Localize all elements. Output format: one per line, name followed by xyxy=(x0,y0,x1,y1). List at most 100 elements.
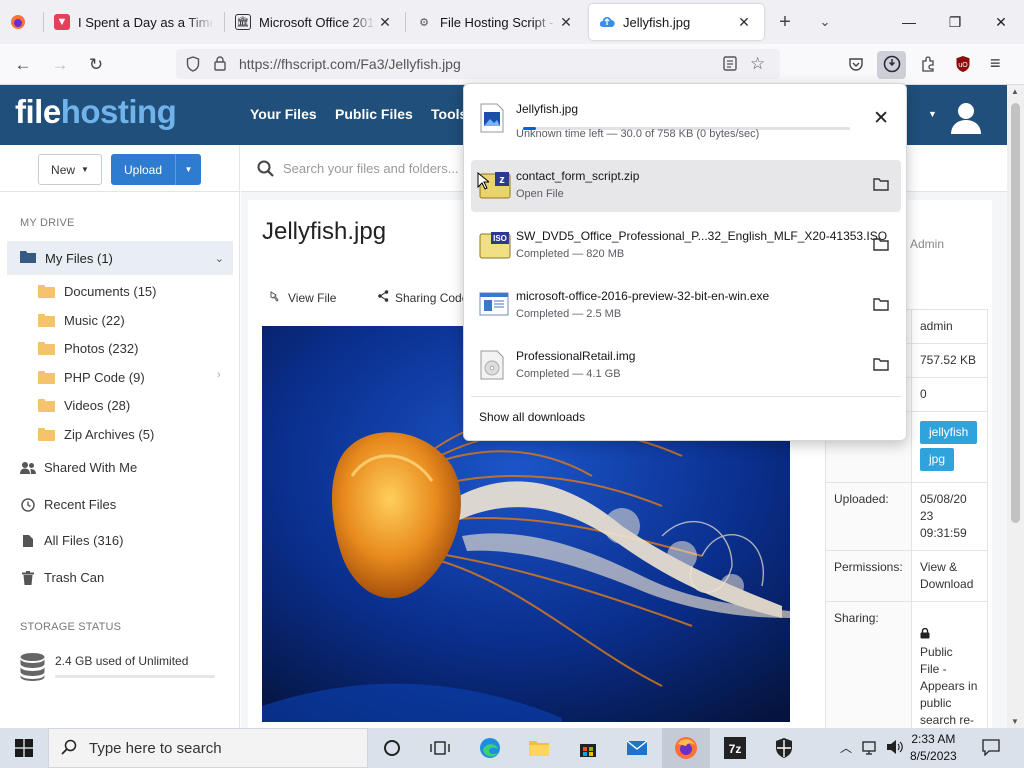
firefox-icon xyxy=(10,14,26,30)
close-tab-icon[interactable]: ✕ xyxy=(556,14,576,31)
cortana-icon[interactable] xyxy=(378,734,406,762)
forward-icon[interactable]: → xyxy=(47,52,73,78)
restore-icon[interactable]: ❐ xyxy=(932,0,978,44)
close-tab-icon[interactable]: ✕ xyxy=(734,14,754,31)
tag-badge[interactable]: jellyfish xyxy=(920,421,978,444)
download-status: Completed — 2.5 MB xyxy=(516,308,622,320)
url-bar[interactable]: https://fhscript.com/Fa3/Jellyfish.jpg ☆ xyxy=(176,49,780,79)
tag-badge[interactable]: jpg xyxy=(920,448,955,471)
cancel-download-icon[interactable]: ✕ xyxy=(873,107,889,130)
show-in-folder-icon[interactable] xyxy=(873,237,889,251)
mail-icon[interactable] xyxy=(623,734,651,762)
nav-tools[interactable]: Tools xyxy=(431,106,467,122)
store-icon[interactable] xyxy=(574,734,602,762)
edge-icon[interactable] xyxy=(476,734,504,762)
share-icon xyxy=(378,290,389,305)
upload-caret-icon[interactable]: ▼ xyxy=(175,154,201,185)
divider xyxy=(471,396,901,397)
folder-documents[interactable]: Documents (15) xyxy=(38,284,156,299)
clock-date: 8/5/2023 xyxy=(910,749,957,763)
shield-icon[interactable] xyxy=(186,56,200,75)
chevron-down-icon[interactable]: ⌄ xyxy=(215,252,224,265)
sidebar-item-trash[interactable]: Trash Can xyxy=(20,570,104,585)
firefox-menu-tab[interactable] xyxy=(0,4,42,40)
sidebar-item-all-files[interactable]: All Files (316) xyxy=(20,533,123,548)
bookmark-star-icon[interactable]: ☆ xyxy=(750,54,765,74)
chevron-right-icon[interactable]: › xyxy=(217,369,221,381)
downloads-panel: Jellyfish.jpg Unknown time left — 30.0 o… xyxy=(463,83,907,441)
new-button-label: New xyxy=(51,162,76,177)
uploaded-label: Uploaded: xyxy=(825,482,912,551)
ublock-origin-icon[interactable]: uO xyxy=(955,55,971,76)
folder-music[interactable]: Music (22) xyxy=(38,313,125,328)
file-explorer-icon[interactable] xyxy=(525,734,553,762)
show-in-folder-icon[interactable] xyxy=(873,177,889,191)
show-in-folder-icon[interactable] xyxy=(873,357,889,371)
tab-office-2016[interactable]: 🏛 Microsoft Office 2016 P ✕ xyxy=(225,4,405,40)
download-item-contact-form[interactable]: z contact_form_script.zip Open File xyxy=(471,160,901,212)
close-tab-icon[interactable]: ✕ xyxy=(375,14,395,31)
download-item-jellyfish[interactable]: Jellyfish.jpg Unknown time left — 30.0 o… xyxy=(471,93,901,145)
extensions-icon[interactable] xyxy=(920,56,936,75)
lock-icon[interactable] xyxy=(214,56,226,74)
nav-your-files[interactable]: Your Files xyxy=(250,106,317,122)
user-avatar-icon[interactable] xyxy=(948,98,984,134)
folder-zip-archives[interactable]: Zip Archives (5) xyxy=(38,427,154,442)
user-dropdown-caret-icon[interactable]: ▼ xyxy=(928,109,937,119)
folder-photos[interactable]: Photos (232) xyxy=(38,341,138,356)
notifications-icon[interactable] xyxy=(982,738,1000,759)
new-tab-icon[interactable]: + xyxy=(772,9,798,35)
tab-title: I Spent a Day as a Time- xyxy=(78,14,214,30)
scroll-up-icon[interactable]: ▲ xyxy=(1011,87,1019,96)
scroll-down-icon[interactable]: ▼ xyxy=(1011,717,1019,726)
7zip-icon[interactable]: 7z xyxy=(721,734,749,762)
folder-videos[interactable]: Videos (28) xyxy=(38,398,130,413)
system-clock[interactable]: 2:33 AM 8/5/2023 xyxy=(910,731,957,765)
tab-sharing-code[interactable]: Sharing Code xyxy=(378,290,468,305)
folder-php-code[interactable]: PHP Code (9) xyxy=(38,370,145,385)
new-button[interactable]: New ▼ xyxy=(38,154,102,185)
security-shield-icon[interactable] xyxy=(770,734,798,762)
list-tabs-icon[interactable]: ⌄ xyxy=(812,9,838,35)
svg-text:ISO: ISO xyxy=(493,234,507,243)
tab-jellyfish[interactable]: Jellyfish.jpg ✕ xyxy=(589,4,764,40)
taskbar-search-box[interactable]: Type here to search xyxy=(48,728,368,768)
scroll-thumb[interactable] xyxy=(1011,103,1020,523)
download-item-professional-img[interactable]: ProfessionalRetail.img Completed — 4.1 G… xyxy=(471,340,901,392)
upload-button[interactable]: Upload ▼ xyxy=(111,154,201,185)
downloads-button[interactable] xyxy=(877,51,906,79)
show-all-downloads-link[interactable]: Show all downloads xyxy=(479,410,585,424)
sidebar-item-shared[interactable]: Shared With Me xyxy=(20,460,137,475)
page-scrollbar[interactable]: ▲ ▼ xyxy=(1007,85,1024,728)
download-status: Completed — 4.1 GB xyxy=(516,368,621,380)
reload-icon[interactable]: ↻ xyxy=(83,52,109,78)
file-title: Jellyfish.jpg xyxy=(262,218,387,245)
reader-view-icon[interactable] xyxy=(723,56,737,74)
users-icon xyxy=(20,461,36,475)
sidebar-item-recent[interactable]: Recent Files xyxy=(20,497,116,512)
file-icon xyxy=(20,534,36,548)
pocket-save-icon[interactable] xyxy=(848,57,864,75)
site-logo[interactable]: filehosting xyxy=(15,93,177,131)
network-icon[interactable] xyxy=(862,740,880,759)
volume-icon[interactable] xyxy=(886,739,904,758)
windows-start-icon[interactable] xyxy=(15,739,33,760)
nav-public-files[interactable]: Public Files xyxy=(335,106,413,122)
task-view-icon[interactable] xyxy=(426,734,454,762)
download-item-office-iso[interactable]: ISO SW_DVD5_Office_Professional_P...32_E… xyxy=(471,220,901,272)
show-hidden-icons-icon[interactable]: ︿ xyxy=(840,739,852,756)
sidebar-item-my-files[interactable]: My Files (1) ⌄ xyxy=(7,241,233,275)
download-item-office-exe[interactable]: microsoft-office-2016-preview-32-bit-en-… xyxy=(471,280,901,332)
minimize-icon[interactable]: — xyxy=(886,0,932,44)
search-input[interactable]: Search your files and folders... xyxy=(283,161,459,176)
tab-view-file[interactable]: View File xyxy=(270,290,336,305)
show-in-folder-icon[interactable] xyxy=(873,297,889,311)
tab-file-hosting-script[interactable]: ⚙ File Hosting Script - Ye ✕ xyxy=(406,4,586,40)
firefox-taskbar-icon[interactable] xyxy=(672,734,700,762)
back-icon[interactable]: ← xyxy=(10,52,36,78)
tab-time-travel[interactable]: ▼ I Spent a Day as a Time- xyxy=(44,4,224,40)
close-window-icon[interactable]: ✕ xyxy=(978,0,1024,44)
browser-nav-bar: ← → ↻ https://fhscript.com/Fa3/Jellyfish… xyxy=(0,44,1024,85)
download-filename: SW_DVD5_Office_Professional_P...32_Engli… xyxy=(516,229,888,243)
app-menu-icon[interactable]: ≡ xyxy=(990,53,1001,74)
